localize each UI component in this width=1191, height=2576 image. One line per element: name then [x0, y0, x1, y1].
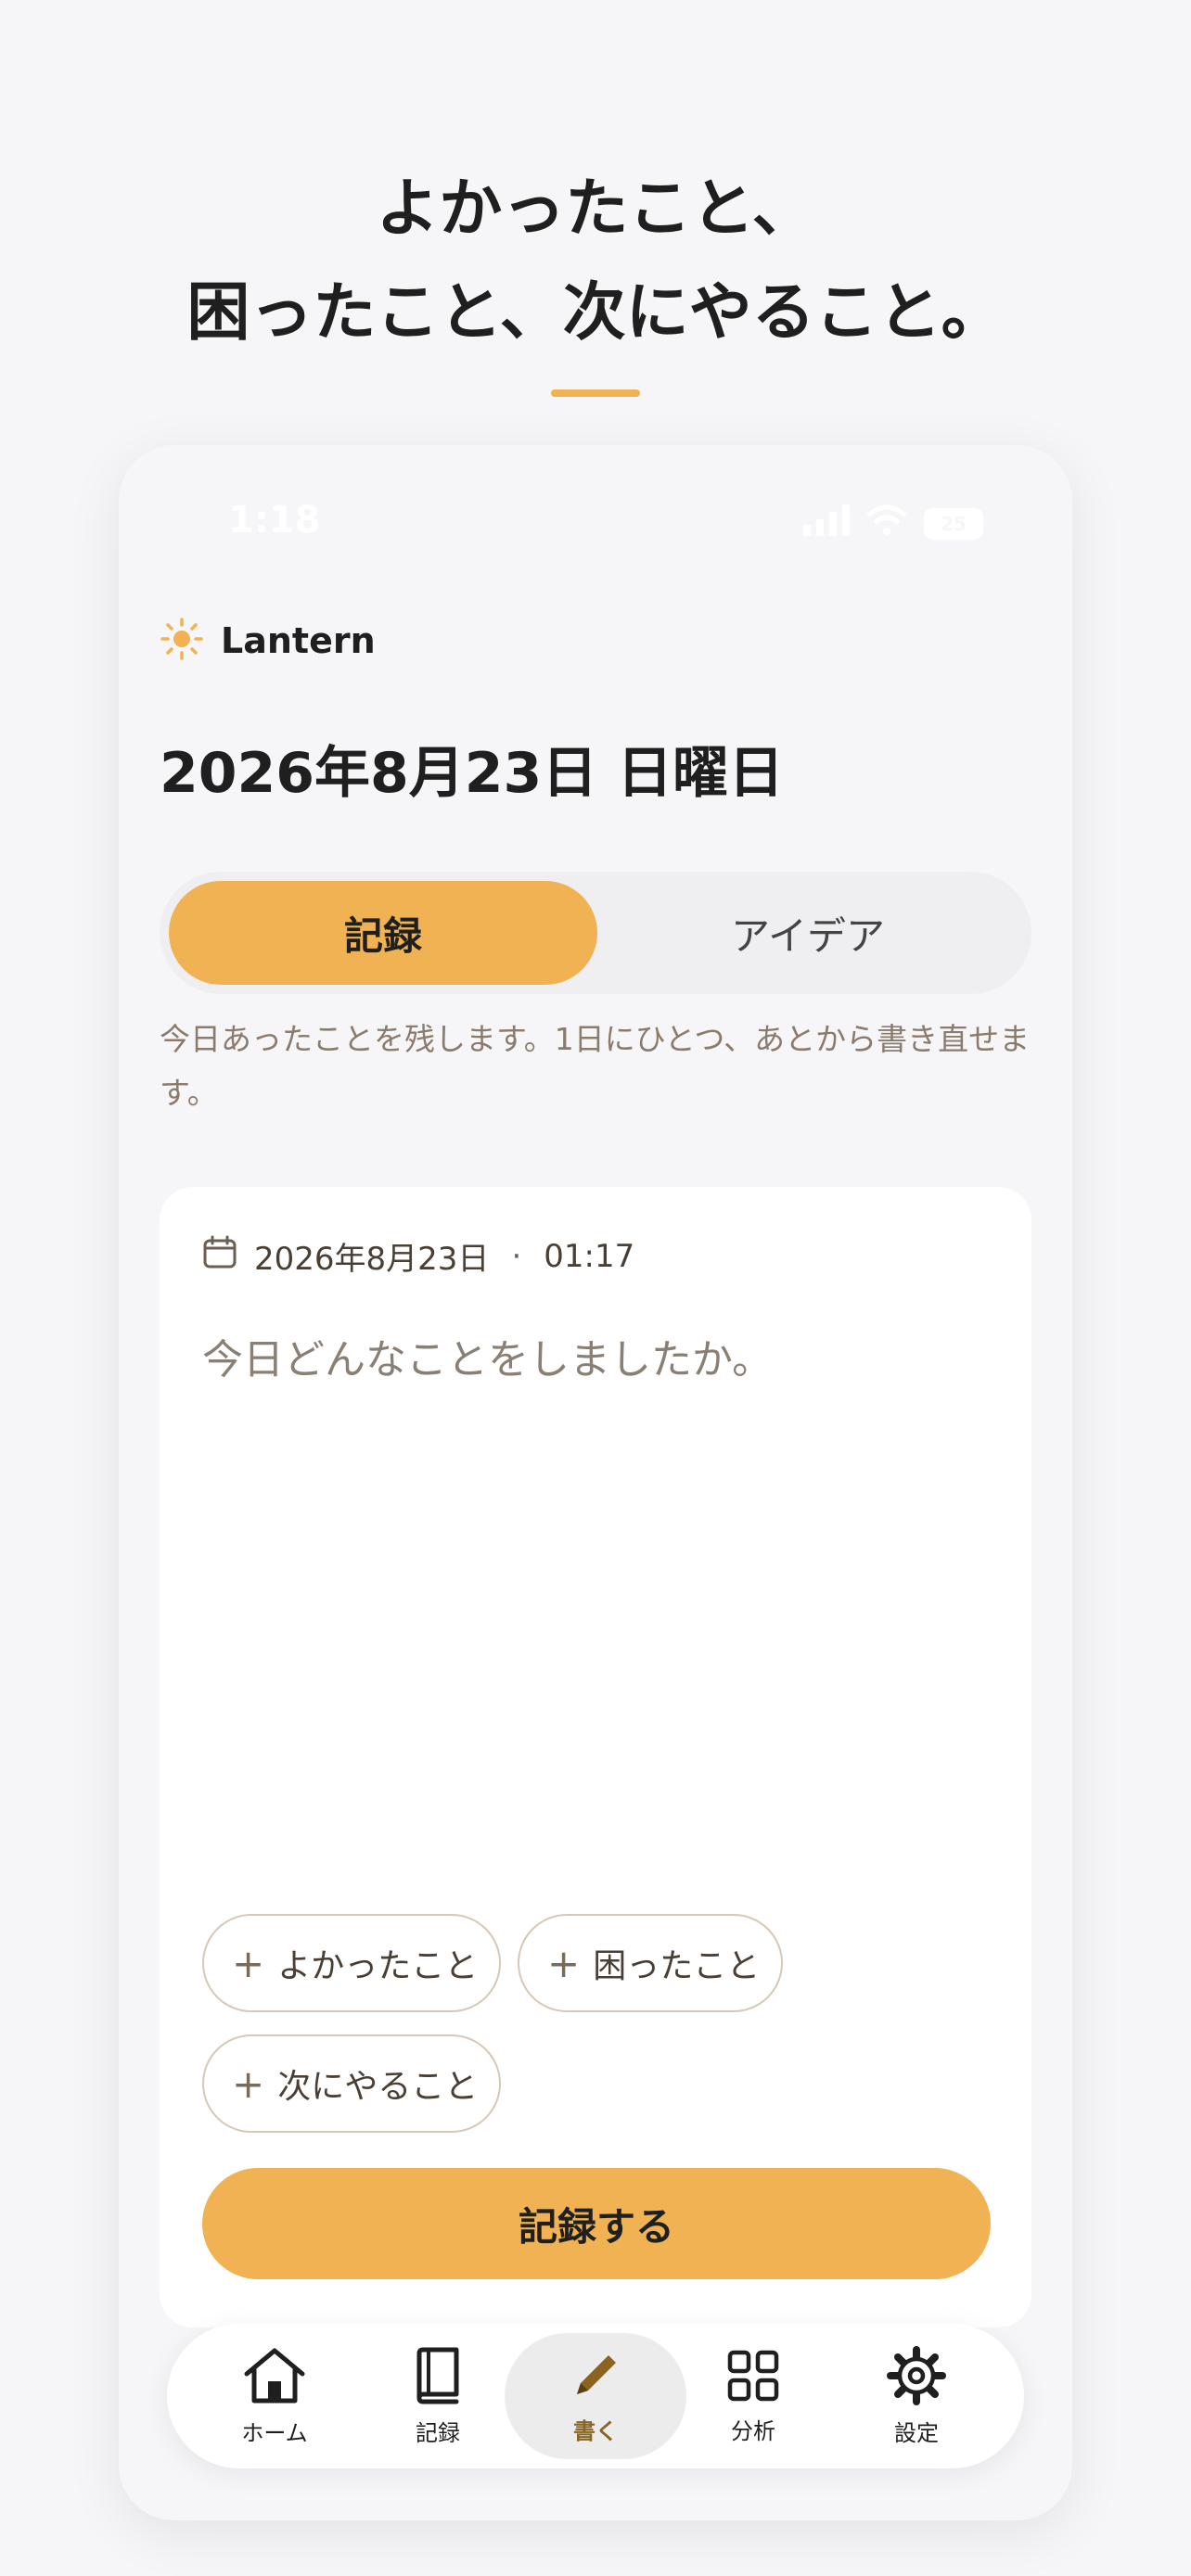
entry-date: 2026年8月23日 [254, 1241, 490, 1278]
sun-icon [160, 617, 204, 665]
bottom-tab-bar: ホーム 記録 書く 分析 設定 [167, 2324, 1024, 2468]
grid-icon [725, 2348, 781, 2407]
tab-record[interactable]: 記録 [169, 881, 597, 985]
headline: よかったこと、 困ったこと、次にやること。 [0, 158, 1191, 365]
tab-label: 記録 [416, 2419, 460, 2446]
tab-settings[interactable]: 設定 [826, 2333, 1007, 2459]
plus-icon: + [232, 1940, 265, 1986]
segmented-control: 記録 アイデア [160, 872, 1031, 994]
signal-icon [803, 503, 850, 545]
gear-icon [887, 2345, 946, 2409]
brand: Lantern [160, 617, 376, 665]
app-name: Lantern [221, 620, 376, 661]
page-title: 2026年8月23日 日曜日 [160, 741, 785, 806]
chip-troubles[interactable]: + 困ったこと [518, 1914, 783, 2012]
tab-write[interactable]: 書く [505, 2333, 686, 2459]
chip-label: よかったこと [277, 1947, 479, 1985]
plus-icon: + [232, 2060, 265, 2107]
headline-line-1: よかったこと、 [376, 172, 815, 246]
tab-ideas[interactable]: アイデア [594, 881, 1022, 985]
tab-analysis[interactable]: 分析 [662, 2333, 844, 2459]
entry-meta: 2026年8月23日 · 01:17 [202, 1233, 634, 1279]
meta-separator: · [511, 1237, 522, 1275]
accent-divider [551, 389, 640, 397]
chip-next-actions[interactable]: + 次にやること [202, 2034, 501, 2133]
headline-line-2: 困ったこと、次にやること。 [186, 276, 1005, 350]
wifi-icon [866, 503, 907, 545]
tab-label: 設定 [894, 2419, 939, 2446]
phone-frame: 1:18 25 Lantern 2026年8月23日 日曜日 記録 アイデア 今… [119, 445, 1072, 2520]
battery-level: 25 [941, 513, 967, 535]
description-text: 今日あったことを残します。1日にひとつ、あとから書き直せます。 [160, 1021, 1031, 1111]
entry-card: 2026年8月23日 · 01:17 今日どんなことをしましたか。 + よかった… [160, 1187, 1031, 2327]
tab-label: 分析 [731, 2417, 775, 2444]
entry-time: 01:17 [544, 1237, 635, 1275]
book-icon [410, 2346, 466, 2409]
status-time: 1:18 [228, 499, 321, 542]
entry-text-input[interactable]: 今日どんなことをしましたか。 [202, 1326, 773, 1385]
home-icon [241, 2346, 308, 2409]
status-icons: 25 [803, 503, 983, 545]
tab-home[interactable]: ホーム [184, 2333, 365, 2459]
tab-records[interactable]: 記録 [347, 2333, 529, 2459]
pencil-icon [568, 2348, 623, 2407]
chip-label: 次にやること [277, 2068, 479, 2106]
tab-label: 書く [573, 2417, 618, 2444]
submit-button[interactable]: 記録する [202, 2168, 991, 2279]
chip-label: 困ったこと [593, 1947, 761, 1985]
plus-icon: + [547, 1940, 581, 1986]
calendar-icon [202, 1234, 237, 1278]
tab-label: ホーム [241, 2419, 308, 2446]
chip-good-things[interactable]: + よかったこと [202, 1914, 501, 2012]
status-bar: 1:18 25 [119, 499, 1072, 545]
battery-icon: 25 [924, 508, 983, 540]
